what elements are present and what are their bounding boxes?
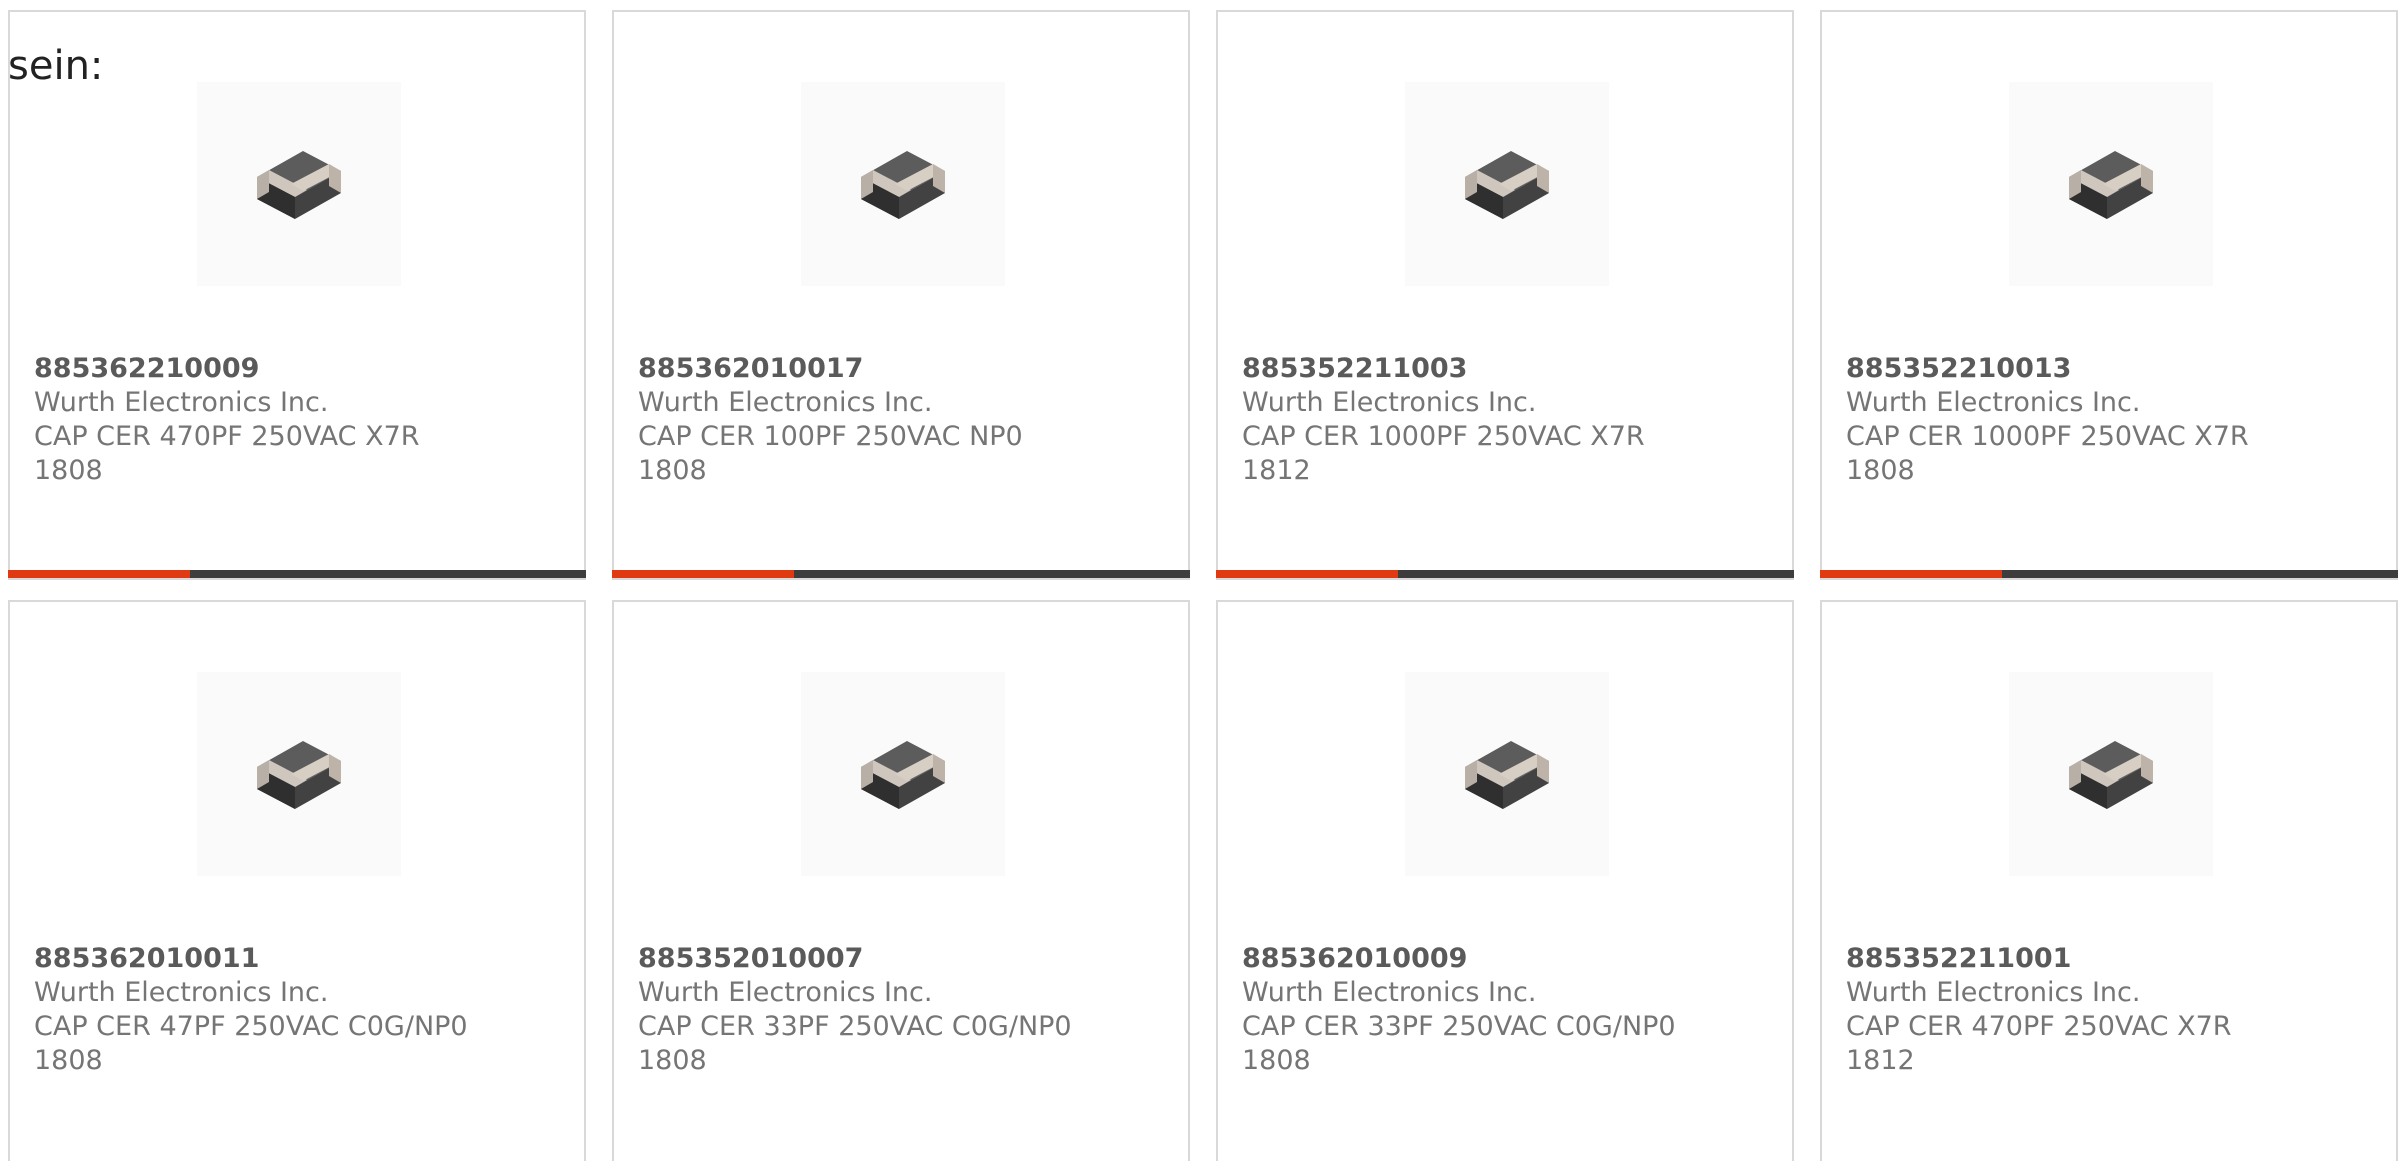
manufacturer: Wurth Electronics Inc. bbox=[34, 977, 329, 1008]
description: CAP CER 1000PF 250VAC X7R bbox=[1242, 421, 1645, 452]
product-grid: 885362210009 Wurth Electronics Inc. CAP … bbox=[8, 10, 2400, 1161]
product-page: sein: 885362210009 Wurth Electronics Inc… bbox=[0, 0, 2400, 1161]
manufacturer: Wurth Electronics Inc. bbox=[1242, 977, 1537, 1008]
product-card[interactable]: 885362010017 Wurth Electronics Inc. CAP … bbox=[612, 10, 1190, 580]
description: CAP CER 1000PF 250VAC X7R bbox=[1846, 421, 2249, 452]
package: 1808 bbox=[34, 1045, 103, 1076]
ceramic-capacitor-chip-icon bbox=[2009, 672, 2213, 876]
progress-bar bbox=[1820, 570, 2398, 578]
manufacturer: Wurth Electronics Inc. bbox=[1846, 977, 2141, 1008]
product-info: 885352010007 Wurth Electronics Inc. CAP … bbox=[638, 942, 1158, 1078]
ceramic-capacitor-chip-icon bbox=[801, 672, 1005, 876]
product-card[interactable]: 885362010011 Wurth Electronics Inc. CAP … bbox=[8, 600, 586, 1161]
product-card[interactable]: 885352211001 Wurth Electronics Inc. CAP … bbox=[1820, 600, 2398, 1161]
package: 1808 bbox=[1846, 455, 1915, 486]
ceramic-capacitor-chip-icon bbox=[1405, 82, 1609, 286]
description: CAP CER 47PF 250VAC C0G/NP0 bbox=[34, 1011, 468, 1042]
description: CAP CER 470PF 250VAC X7R bbox=[34, 421, 420, 452]
progress-bar bbox=[8, 570, 586, 578]
product-info: 885352211001 Wurth Electronics Inc. CAP … bbox=[1846, 942, 2366, 1078]
package: 1808 bbox=[1242, 1045, 1311, 1076]
package: 1808 bbox=[34, 455, 103, 486]
ceramic-capacitor-chip-icon bbox=[1405, 672, 1609, 876]
product-info: 885352211003 Wurth Electronics Inc. CAP … bbox=[1242, 352, 1762, 488]
package: 1808 bbox=[638, 1045, 707, 1076]
part-number-link[interactable]: 885362010017 bbox=[638, 352, 1158, 386]
manufacturer: Wurth Electronics Inc. bbox=[638, 977, 933, 1008]
package: 1812 bbox=[1846, 1045, 1915, 1076]
product-card[interactable]: 885352211003 Wurth Electronics Inc. CAP … bbox=[1216, 10, 1794, 580]
description: CAP CER 470PF 250VAC X7R bbox=[1846, 1011, 2232, 1042]
progress-bar bbox=[612, 570, 1190, 578]
manufacturer: Wurth Electronics Inc. bbox=[1846, 387, 2141, 418]
product-info: 885362210009 Wurth Electronics Inc. CAP … bbox=[34, 352, 554, 488]
ceramic-capacitor-chip-icon bbox=[197, 82, 401, 286]
description: CAP CER 33PF 250VAC C0G/NP0 bbox=[1242, 1011, 1676, 1042]
description: CAP CER 33PF 250VAC C0G/NP0 bbox=[638, 1011, 1072, 1042]
product-card[interactable]: 885352010007 Wurth Electronics Inc. CAP … bbox=[612, 600, 1190, 1161]
part-number-link[interactable]: 885352211003 bbox=[1242, 352, 1762, 386]
progress-bar-fill bbox=[612, 570, 795, 578]
package: 1808 bbox=[638, 455, 707, 486]
manufacturer: Wurth Electronics Inc. bbox=[638, 387, 933, 418]
product-info: 885352210013 Wurth Electronics Inc. CAP … bbox=[1846, 352, 2366, 488]
progress-bar-fill bbox=[8, 570, 191, 578]
manufacturer: Wurth Electronics Inc. bbox=[34, 387, 329, 418]
ceramic-capacitor-chip-icon bbox=[2009, 82, 2213, 286]
intro-text: sein: bbox=[8, 43, 104, 89]
progress-bar bbox=[1216, 570, 1794, 578]
part-number-link[interactable]: 885352010007 bbox=[638, 942, 1158, 976]
product-card[interactable]: 885352210013 Wurth Electronics Inc. CAP … bbox=[1820, 10, 2398, 580]
ceramic-capacitor-chip-icon bbox=[801, 82, 1005, 286]
description: CAP CER 100PF 250VAC NP0 bbox=[638, 421, 1023, 452]
part-number-link[interactable]: 885362010009 bbox=[1242, 942, 1762, 976]
progress-bar-fill bbox=[1216, 570, 1399, 578]
product-info: 885362010017 Wurth Electronics Inc. CAP … bbox=[638, 352, 1158, 488]
part-number-link[interactable]: 885352211001 bbox=[1846, 942, 2366, 976]
part-number-link[interactable]: 885362210009 bbox=[34, 352, 554, 386]
part-number-link[interactable]: 885362010011 bbox=[34, 942, 554, 976]
part-number-link[interactable]: 885352210013 bbox=[1846, 352, 2366, 386]
ceramic-capacitor-chip-icon bbox=[197, 672, 401, 876]
manufacturer: Wurth Electronics Inc. bbox=[1242, 387, 1537, 418]
package: 1812 bbox=[1242, 455, 1311, 486]
progress-bar-fill bbox=[1820, 570, 2003, 578]
product-card[interactable]: 885362010009 Wurth Electronics Inc. CAP … bbox=[1216, 600, 1794, 1161]
product-info: 885362010009 Wurth Electronics Inc. CAP … bbox=[1242, 942, 1762, 1078]
product-info: 885362010011 Wurth Electronics Inc. CAP … bbox=[34, 942, 554, 1078]
